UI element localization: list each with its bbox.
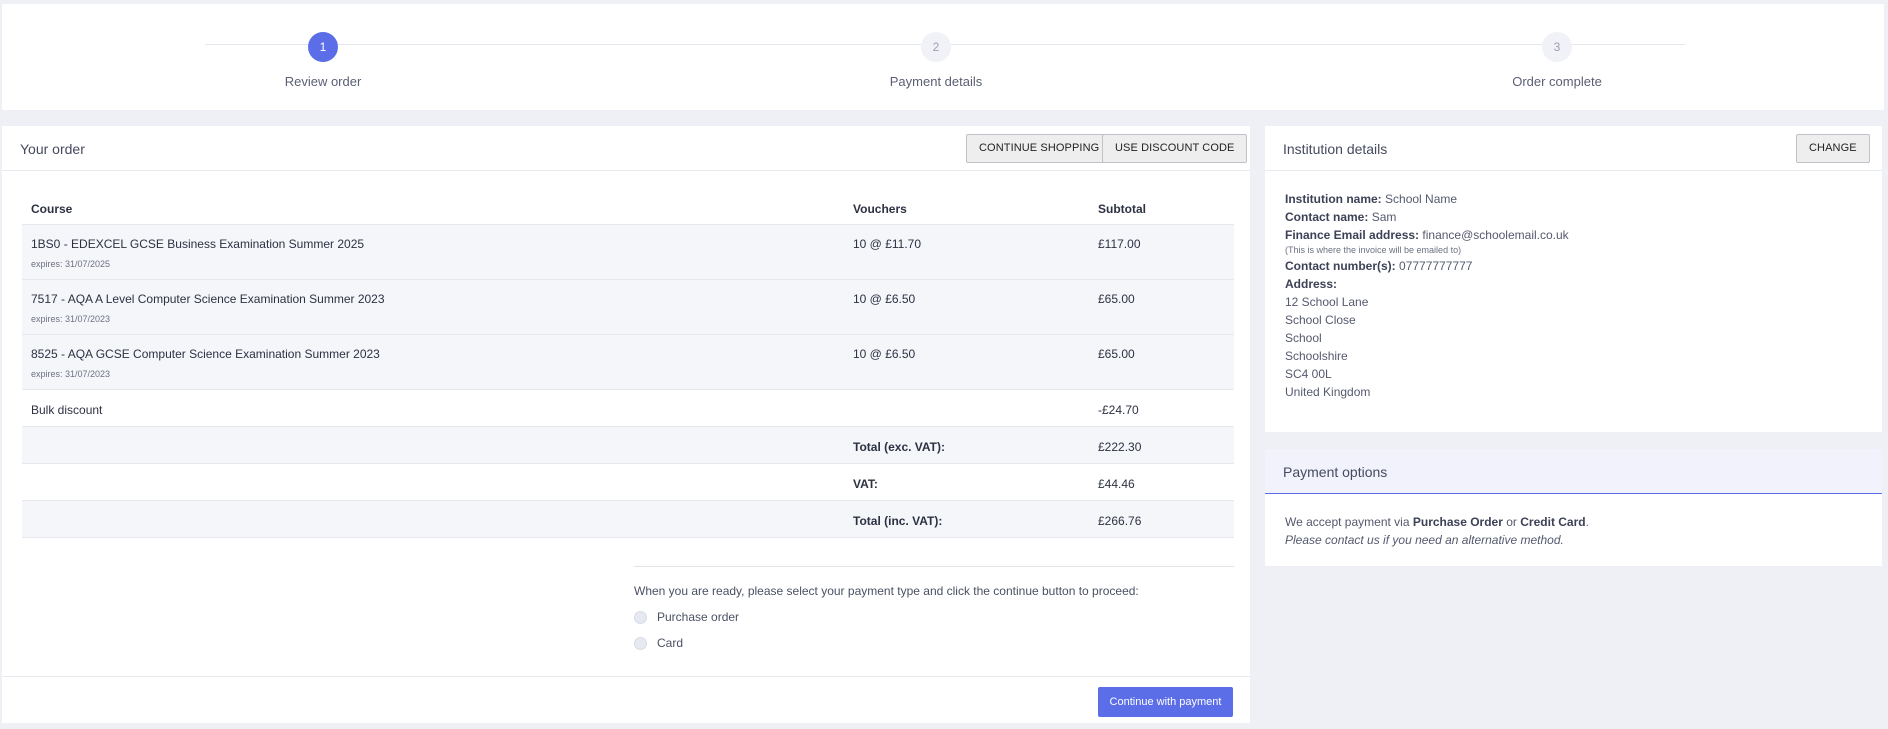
- change-institution-button[interactable]: CHANGE: [1796, 134, 1870, 163]
- order-panel: Your order CONTINUE SHOPPING USE DISCOUN…: [2, 126, 1250, 723]
- card-radio[interactable]: [634, 636, 647, 650]
- bulk-discount-row: Bulk discount -£24.70: [22, 390, 1234, 427]
- step-number: 1: [308, 32, 338, 62]
- purchase-order-label[interactable]: Purchase order: [657, 610, 739, 624]
- contact-name-label: Contact name:: [1285, 210, 1369, 224]
- payment-options-prefix: We accept payment via: [1285, 515, 1410, 529]
- contact-number-label: Contact number(s):: [1285, 259, 1396, 273]
- step-number: 3: [1542, 32, 1572, 62]
- order-footer: Continue with payment: [2, 676, 1250, 723]
- use-discount-code-button[interactable]: USE DISCOUNT CODE: [1102, 134, 1248, 163]
- address-line: United Kingdom: [1285, 385, 1371, 399]
- address-line: Schoolshire: [1285, 349, 1348, 363]
- total-exc-vat-row: Total (exc. VAT): £222.30: [22, 427, 1234, 464]
- step-label: Payment details: [889, 74, 983, 89]
- table-row: 7517 - AQA A Level Computer Science Exam…: [22, 280, 1234, 335]
- course-name: 8525 - AQA GCSE Computer Science Examina…: [31, 347, 380, 361]
- line-subtotal: £65.00: [1098, 347, 1135, 361]
- purchase-order-radio[interactable]: [634, 610, 647, 624]
- total-inc-vat-label: Total (inc. VAT):: [853, 514, 943, 528]
- step-number: 2: [921, 32, 951, 62]
- column-header-vouchers: Vouchers: [853, 202, 907, 216]
- payment-type-section: When you are ready, please select your p…: [634, 566, 1234, 650]
- course-name: 7517 - AQA A Level Computer Science Exam…: [31, 292, 385, 306]
- payment-option-purchase-order[interactable]: Purchase order: [634, 610, 1234, 624]
- checkout-stepper: 1 Review order 2 Payment details 3 Order…: [2, 4, 1884, 110]
- total-exc-vat-label: Total (exc. VAT):: [853, 440, 946, 454]
- voucher-quantity: 10 @ £6.50: [853, 292, 916, 306]
- table-header-row: Course Vouchers Subtotal: [22, 188, 1234, 225]
- step-payment-details[interactable]: 2 Payment details: [836, 32, 1036, 89]
- payment-method-purchase-order: Purchase Order: [1412, 515, 1503, 529]
- voucher-quantity: 10 @ £11.70: [853, 237, 922, 251]
- address-label: Address:: [1285, 277, 1338, 291]
- continue-shopping-button[interactable]: CONTINUE SHOPPING: [966, 134, 1113, 163]
- payment-options-panel: Payment options We accept payment via Pu…: [1265, 449, 1882, 566]
- course-expiry: expires: 31/07/2023: [31, 314, 111, 324]
- table-row: 8525 - AQA GCSE Computer Science Examina…: [22, 335, 1234, 390]
- line-subtotal: £117.00: [1098, 237, 1141, 251]
- institution-panel: Institution details CHANGE Institution n…: [1265, 126, 1882, 432]
- address-line: SC4 00L: [1285, 367, 1332, 381]
- payment-method-credit-card: Credit Card: [1520, 515, 1586, 529]
- institution-name-label: Institution name:: [1285, 192, 1382, 206]
- vat-label: VAT:: [853, 477, 878, 491]
- column-header-subtotal: Subtotal: [1098, 202, 1146, 216]
- contact-name: Sam: [1371, 210, 1397, 224]
- payment-prompt: When you are ready, please select your p…: [634, 584, 1139, 598]
- institution-name: School Name: [1385, 192, 1458, 206]
- institution-header: Institution details CHANGE: [1265, 126, 1882, 171]
- payment-options-note: Please contact us if you need an alterna…: [1285, 533, 1564, 547]
- card-label[interactable]: Card: [657, 636, 683, 650]
- bulk-discount-label: Bulk discount: [31, 403, 103, 417]
- payment-options-title: Payment options: [1283, 464, 1388, 480]
- payment-option-card[interactable]: Card: [634, 636, 1234, 650]
- email-note: (This is where the invoice will be email…: [1285, 245, 1462, 255]
- payment-options-or: or: [1506, 515, 1517, 529]
- payment-options-body: We accept payment via Purchase Order or …: [1285, 513, 1589, 549]
- vat-value: £44.46: [1098, 477, 1135, 491]
- step-order-complete[interactable]: 3 Order complete: [1457, 32, 1657, 89]
- address-line: School: [1285, 331, 1322, 345]
- step-review-order[interactable]: 1 Review order: [223, 32, 423, 89]
- institution-title: Institution details: [1283, 141, 1388, 157]
- bulk-discount-value: -£24.70: [1098, 403, 1139, 417]
- contact-number: 07777777777: [1399, 259, 1473, 273]
- voucher-quantity: 10 @ £6.50: [853, 347, 916, 361]
- course-expiry: expires: 31/07/2023: [31, 369, 111, 379]
- step-label: Order complete: [1512, 74, 1602, 89]
- finance-email-label: Finance Email address:: [1285, 228, 1420, 242]
- column-header-course: Course: [31, 202, 73, 216]
- order-title: Your order: [20, 141, 85, 157]
- payment-options-period: .: [1585, 515, 1589, 529]
- divider: [634, 566, 1234, 567]
- total-inc-vat-row: Total (inc. VAT): £266.76: [22, 501, 1234, 538]
- finance-email: finance@schoolemail.co.uk: [1422, 228, 1569, 242]
- payment-options-header: Payment options: [1265, 449, 1882, 494]
- table-row: 1BS0 - EDEXCEL GCSE Business Examination…: [22, 225, 1234, 280]
- vat-row: VAT: £44.46: [22, 464, 1234, 501]
- course-name: 1BS0 - EDEXCEL GCSE Business Examination…: [31, 237, 365, 251]
- order-table: Course Vouchers Subtotal 1BS0 - EDEXCEL …: [22, 188, 1234, 538]
- institution-details: Institution name: School Name Contact na…: [1285, 190, 1569, 401]
- course-expiry: expires: 31/07/2025: [31, 259, 111, 269]
- total-exc-vat-value: £222.30: [1098, 440, 1142, 454]
- address-line: School Close: [1285, 313, 1356, 327]
- continue-with-payment-button[interactable]: Continue with payment: [1098, 687, 1233, 717]
- line-subtotal: £65.00: [1098, 292, 1135, 306]
- total-inc-vat-value: £266.76: [1098, 514, 1142, 528]
- step-label: Review order: [284, 74, 362, 89]
- address-line: 12 School Lane: [1285, 295, 1369, 309]
- order-header: Your order CONTINUE SHOPPING USE DISCOUN…: [2, 126, 1250, 171]
